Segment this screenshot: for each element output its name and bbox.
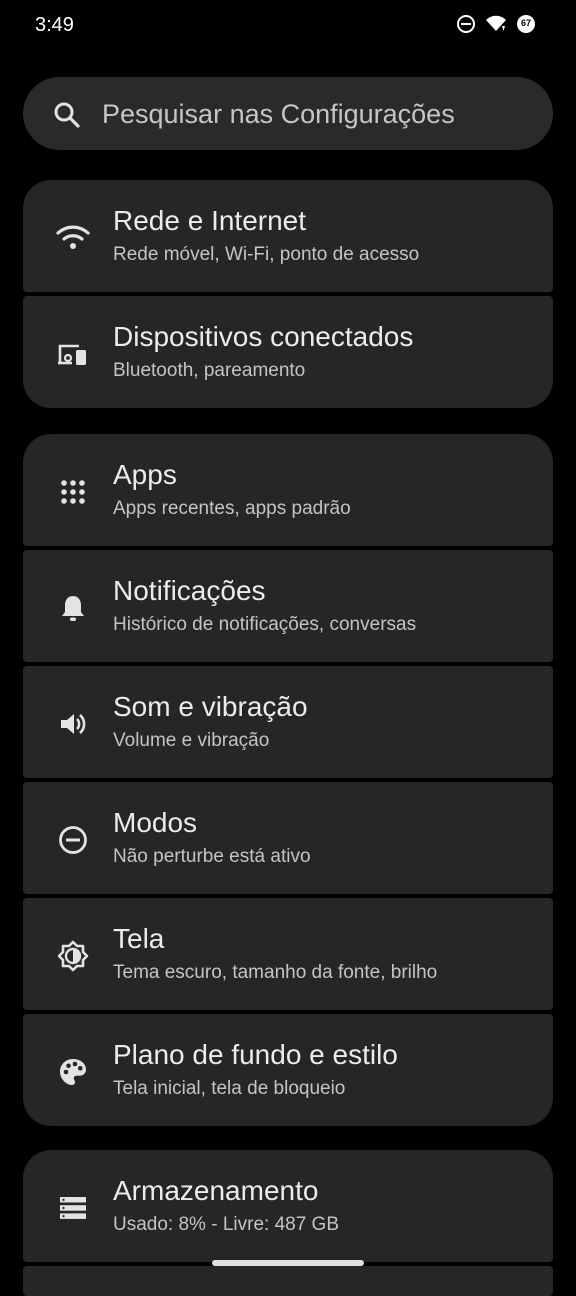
status-icons: 67: [456, 14, 536, 34]
settings-item-title: Notificações: [113, 575, 266, 606]
settings-item-subtitle: Histórico de notificações, conversas: [113, 614, 417, 635]
settings-item-title: Armazenamento: [113, 1175, 319, 1206]
settings-item-subtitle: Apps recentes, apps padrão: [113, 498, 351, 519]
settings-item-subtitle: Usado: 8% - Livre: 487 GB: [113, 1214, 339, 1235]
settings-item-display[interactable]: Tela Tema escuro, tamanho da fonte, bril…: [23, 898, 553, 1010]
wifi-icon: [53, 218, 93, 258]
settings-item-title: Dispositivos conectados: [113, 321, 414, 352]
settings-item-subtitle: Volume e vibração: [113, 730, 270, 751]
speaker-icon: [53, 704, 93, 744]
connected-devices-icon: [53, 334, 93, 374]
status-time: 3:49: [35, 14, 74, 36]
settings-item-apps[interactable]: Apps Apps recentes, apps padrão: [23, 434, 553, 546]
storage-icon: [53, 1188, 93, 1228]
settings-item-subtitle: Bluetooth, pareamento: [113, 360, 306, 381]
battery-level: 67: [520, 18, 531, 28]
do-not-disturb-icon: [53, 820, 93, 860]
settings-item-next[interactable]: [23, 1266, 553, 1296]
wifi-icon: [484, 14, 508, 34]
settings-item-network[interactable]: Rede e Internet Rede móvel, Wi-Fi, ponto…: [23, 180, 553, 292]
settings-item-connected-devices[interactable]: Dispositivos conectados Bluetooth, parea…: [23, 296, 553, 408]
search-input[interactable]: Pesquisar nas Configurações: [102, 99, 455, 130]
settings-item-sound[interactable]: Som e vibração Volume e vibração: [23, 666, 553, 778]
search-bar[interactable]: Pesquisar nas Configurações: [23, 77, 553, 150]
settings-item-title: Som e vibração: [113, 691, 308, 722]
settings-item-subtitle: Rede móvel, Wi-Fi, ponto de acesso: [113, 244, 420, 265]
settings-item-notifications[interactable]: Notificações Histórico de notificações, …: [23, 550, 553, 662]
settings-item-title: Modos: [113, 807, 198, 838]
apps-grid-icon: [53, 472, 93, 512]
bell-icon: [53, 588, 93, 628]
settings-item-subtitle: Não perturbe está ativo: [113, 846, 311, 867]
settings-item-storage[interactable]: Armazenamento Usado: 8% - Livre: 487 GB: [23, 1150, 553, 1262]
settings-item-wallpaper[interactable]: Plano de fundo e estilo Tela inicial, te…: [23, 1014, 553, 1126]
settings-item-title: Tela: [113, 923, 165, 954]
settings-item-title: Plano de fundo e estilo: [113, 1039, 398, 1070]
settings-item-subtitle: Tela inicial, tela de bloqueio: [113, 1078, 346, 1099]
palette-icon: [53, 1052, 93, 1092]
brightness-icon: [53, 936, 93, 976]
settings-item-title: Rede e Internet: [113, 205, 307, 236]
settings-item-modes[interactable]: Modos Não perturbe está ativo: [23, 782, 553, 894]
status-bar: 3:49 67: [0, 0, 576, 52]
settings-item-title: Apps: [113, 459, 177, 490]
search-icon: [53, 101, 81, 134]
battery-icon: 67: [516, 14, 536, 34]
do-not-disturb-icon: [456, 14, 476, 34]
settings-item-subtitle: Tema escuro, tamanho da fonte, brilho: [113, 962, 438, 983]
home-indicator[interactable]: [212, 1260, 364, 1266]
